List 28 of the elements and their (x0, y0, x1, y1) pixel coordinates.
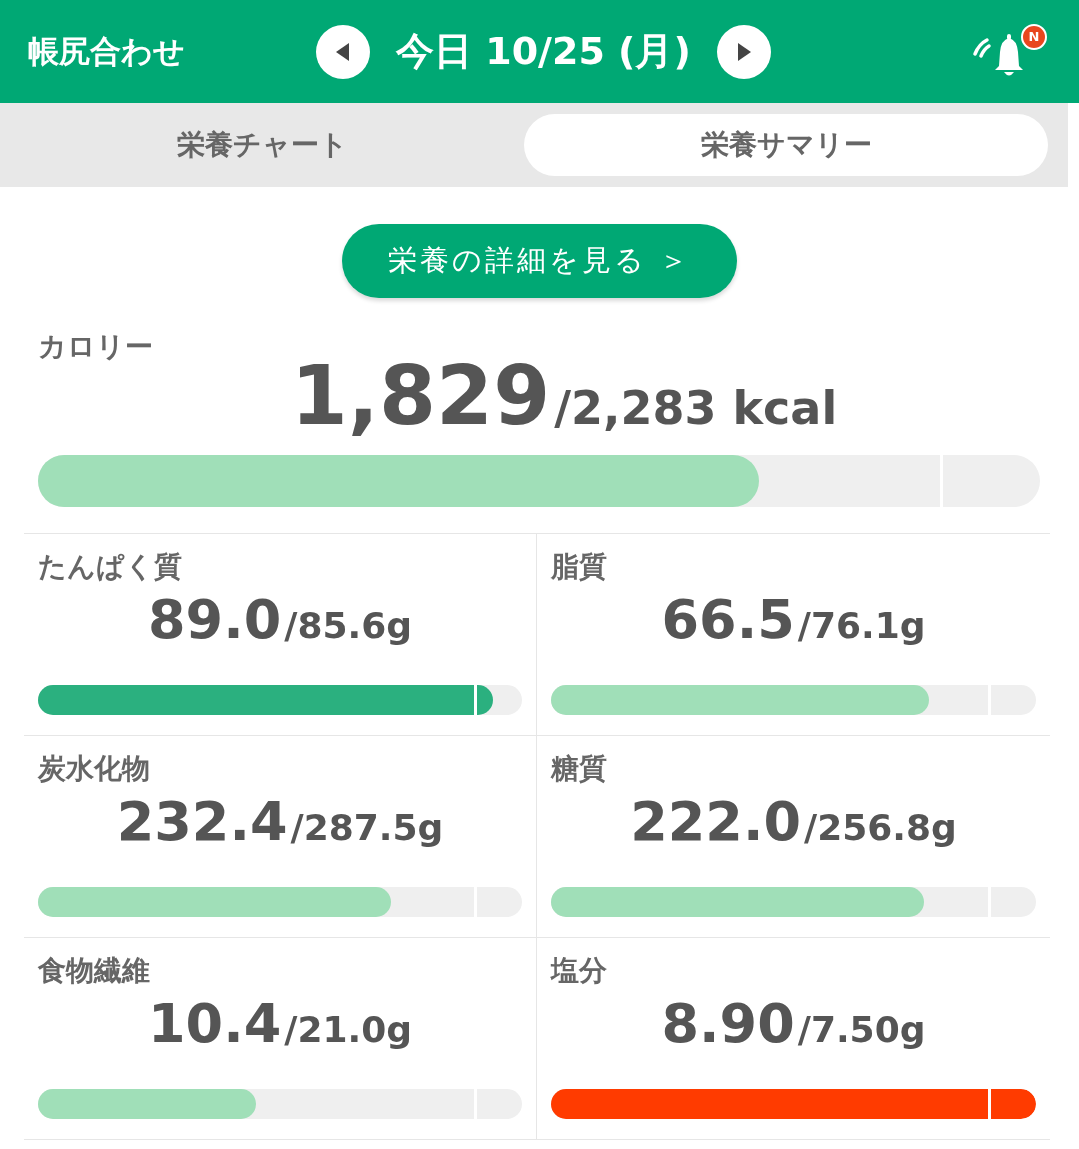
nutrient-value: 66.5 (661, 588, 795, 651)
nutrient-label: 炭水化物 (38, 751, 150, 787)
app-title: 帳尻合わせ (28, 31, 186, 71)
previous-day-button[interactable] (316, 24, 370, 79)
nutrient-label: 食物繊維 (38, 953, 150, 989)
tab[interactable]: 栄養サマリー (524, 114, 1048, 176)
calorie-value: 1,829 (290, 348, 551, 443)
tab[interactable]: 栄養チャート (0, 114, 524, 176)
notification-badge: N (1021, 23, 1047, 50)
nutrition-details-button[interactable]: 栄養の詳細を見る ＞ (342, 224, 737, 298)
nutrient-label: たんぱく質 (38, 549, 182, 585)
nutrient-value: 8.90 (661, 992, 795, 1055)
nutrient-value: 10.4 (148, 992, 282, 1055)
date-label: 今日 10/25 (月) (396, 28, 691, 75)
calorie-label: カロリー (38, 329, 153, 365)
nutrient-label: 塩分 (551, 953, 607, 989)
calorie-target: /2,283 kcal (554, 381, 838, 435)
nutrient-target: /21.0g (284, 1009, 412, 1050)
nutrient-target: /7.50g (797, 1009, 926, 1050)
nutrient-target: /85.6g (284, 605, 412, 646)
nutrient-label: 糖質 (551, 751, 607, 787)
nutrient-target: /256.8g (804, 807, 957, 848)
nutrient-target: /76.1g (797, 605, 926, 646)
nutrient-value: 222.0 (630, 790, 801, 853)
nutrient-target: /287.5g (290, 807, 444, 848)
nutrient-value: 89.0 (148, 588, 282, 651)
nutrient-label: 脂質 (551, 549, 607, 585)
nutrient-value: 232.4 (116, 790, 288, 853)
